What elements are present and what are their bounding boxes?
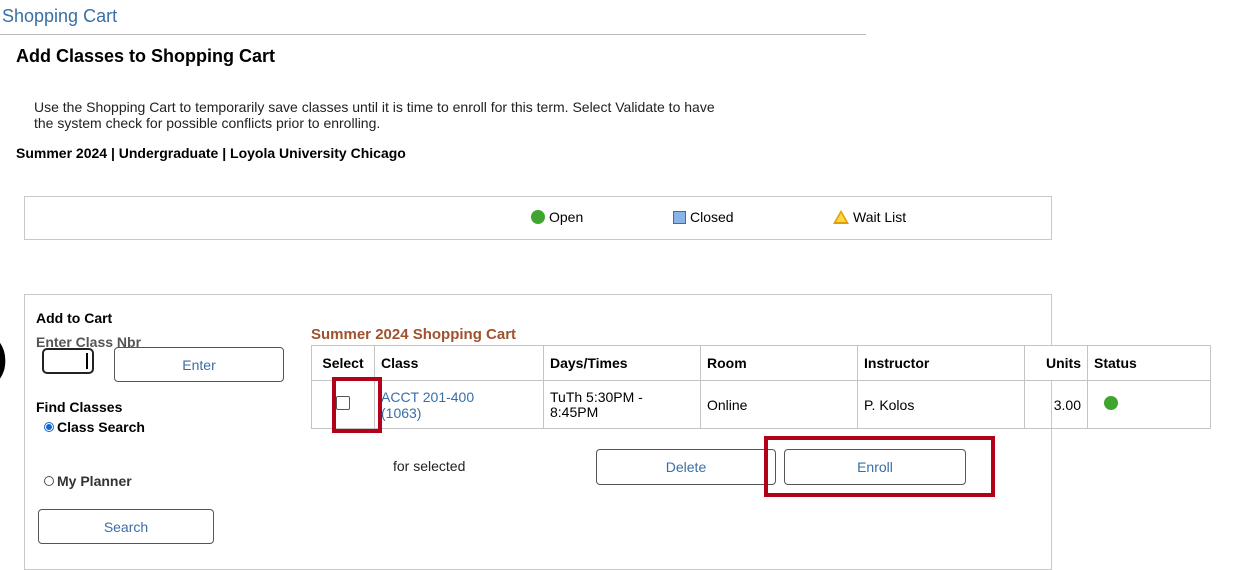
header-days-times: Days/Times xyxy=(543,345,701,381)
legend-wait-list: Wait List xyxy=(833,209,906,225)
class-number[interactable]: (1063) xyxy=(381,405,537,421)
instructor-cell: P. Kolos xyxy=(857,380,1025,429)
select-highlight-annotation xyxy=(332,377,382,433)
room-cell: Online xyxy=(700,380,858,429)
class-link[interactable]: ACCT 201-400 (1063) xyxy=(381,389,537,421)
shopping-cart-title: Summer 2024 Shopping Cart xyxy=(311,326,517,343)
breadcrumb[interactable]: Shopping Cart xyxy=(2,6,117,27)
radio-unselected-icon[interactable] xyxy=(44,476,54,486)
open-status-icon xyxy=(1104,396,1118,410)
my-planner-label[interactable]: My Planner xyxy=(57,473,132,489)
header-select: Select xyxy=(311,345,375,381)
legend-wait-list-label: Wait List xyxy=(853,209,907,225)
table-row: ACCT 201-400 (1063) TuTh 5:30PM - 8:45PM… xyxy=(311,380,1211,429)
my-planner-radio[interactable]: My Planner xyxy=(44,473,132,489)
wait-list-status-icon xyxy=(833,210,849,224)
enter-button[interactable]: Enter xyxy=(114,347,284,382)
page-title: Add Classes to Shopping Cart xyxy=(16,46,276,66)
class-search-radio[interactable]: Class Search xyxy=(44,419,145,435)
legend-closed: Closed xyxy=(673,209,734,225)
header-status: Status xyxy=(1087,345,1211,381)
days-line-1: TuTh 5:30PM - xyxy=(550,388,643,405)
open-status-icon xyxy=(531,210,545,224)
enroll-highlight-annotation xyxy=(764,436,995,497)
table-header-row: Select Class Days/Times Room Instructor … xyxy=(311,345,1211,381)
days-times-cell: TuTh 5:30PM - 8:45PM xyxy=(543,380,701,429)
legend-closed-label: Closed xyxy=(690,209,734,225)
header-class: Class xyxy=(374,345,544,381)
class-nbr-input[interactable] xyxy=(42,348,94,374)
legend-open-label: Open xyxy=(549,209,584,225)
instructions-text: Use the Shopping Cart to temporarily sav… xyxy=(34,99,715,131)
find-classes-heading: Find Classes xyxy=(36,399,123,415)
units-cell: 3.00 xyxy=(1024,380,1088,429)
status-cell xyxy=(1087,380,1211,429)
shopping-cart-table: Select Class Days/Times Room Instructor … xyxy=(311,345,1211,429)
legend-open: Open xyxy=(531,209,583,225)
status-legend: Open Closed Wait List xyxy=(24,196,1052,240)
class-cell: ACCT 201-400 (1063) xyxy=(374,380,544,429)
days-line-2: 8:45PM xyxy=(550,403,599,420)
breadcrumb-divider xyxy=(0,34,866,35)
term-info: Summer 2024 | Undergraduate | Loyola Uni… xyxy=(16,145,406,161)
class-code[interactable]: ACCT 201-400 xyxy=(381,389,537,405)
header-room: Room xyxy=(700,345,858,381)
closed-status-icon xyxy=(673,210,686,224)
add-to-cart-heading: Add to Cart xyxy=(36,310,113,326)
for-selected-label: for selected xyxy=(393,458,466,474)
class-search-label[interactable]: Class Search xyxy=(57,419,145,435)
header-instructor: Instructor xyxy=(857,345,1025,381)
radio-selected-icon[interactable] xyxy=(44,422,54,432)
delete-button[interactable]: Delete xyxy=(596,449,776,485)
cropped-paren-glyph: ) xyxy=(0,336,7,381)
search-button[interactable]: Search xyxy=(38,509,214,544)
header-units: Units xyxy=(1024,345,1088,381)
